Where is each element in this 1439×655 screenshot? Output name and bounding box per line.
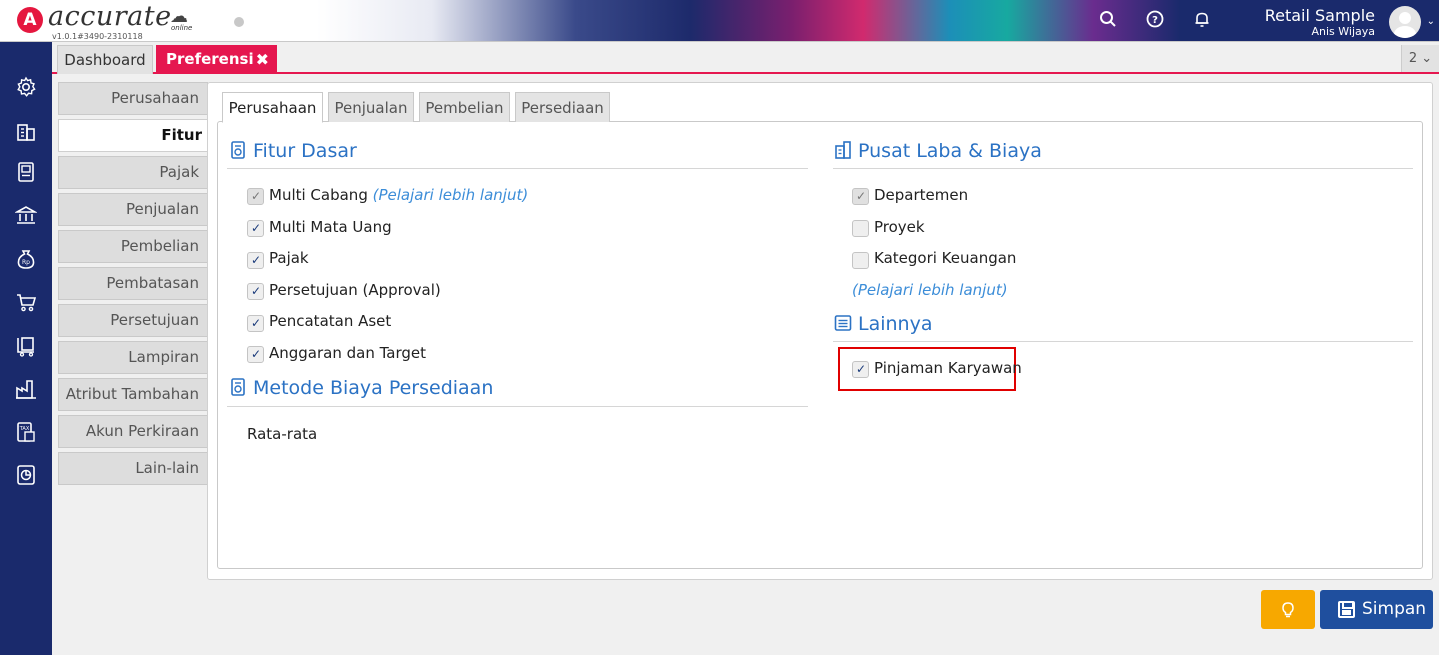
label-kategori-keuangan: Kategori Keuangan xyxy=(874,249,1017,267)
settings-menu-atribut-tambahan[interactable]: Atribut Tambahan xyxy=(58,378,208,411)
app-version: v1.0.1#3490-2310118 xyxy=(52,32,143,41)
section-divider xyxy=(227,168,808,169)
money-bag-icon[interactable]: Rp xyxy=(14,248,38,272)
label-anggaran-target: Anggaran dan Target xyxy=(269,344,427,362)
settings-menu-persetujuan[interactable]: Persetujuan xyxy=(58,304,208,337)
checkbox-persetujuan[interactable]: ✓ xyxy=(247,283,264,300)
save-button[interactable]: Simpan xyxy=(1320,590,1433,629)
section-title-fitur-dasar: Fitur Dasar xyxy=(253,140,357,162)
label-multi-cabang: Multi Cabang (Pelajari lebih lanjut) xyxy=(269,186,529,204)
svg-text:?: ? xyxy=(1152,15,1158,26)
tab-bar: Dashboard Preferensi ✖ 2 ⌄ xyxy=(52,42,1439,74)
label-persetujuan: Persetujuan (Approval) xyxy=(269,281,441,299)
checkbox-kategori-keuangan[interactable] xyxy=(852,252,869,269)
bank-icon[interactable] xyxy=(13,204,39,228)
gear-icon[interactable] xyxy=(14,76,38,100)
checkbox-proyek[interactable] xyxy=(852,220,869,237)
tab-preferences-label: Preferensi xyxy=(166,50,254,68)
section-title-metode-biaya: Metode Biaya Persediaan xyxy=(253,377,494,399)
checkbox-departemen: ✓ xyxy=(852,188,869,205)
tab-preferences[interactable]: Preferensi ✖ xyxy=(156,45,277,74)
settings-menu-akun-perkiraan[interactable]: Akun Perkiraan xyxy=(58,415,208,448)
building-icon[interactable] xyxy=(14,120,38,144)
section-title-pusat-laba: Pusat Laba & Biaya xyxy=(858,140,1042,162)
settings-menu-lampiran[interactable]: Lampiran xyxy=(58,341,208,374)
settings-menu-pembelian[interactable]: Pembelian xyxy=(58,230,208,263)
checkbox-anggaran-target[interactable]: ✓ xyxy=(247,346,264,363)
checkbox-multi-cabang: ✓ xyxy=(247,188,264,205)
section-title-lainnya: Lainnya xyxy=(858,313,933,335)
settings-menu-pajak[interactable]: Pajak xyxy=(58,156,208,189)
section-divider xyxy=(227,406,808,407)
save-icon xyxy=(1338,601,1355,618)
chevron-down-icon[interactable]: ⌄ xyxy=(1427,16,1435,27)
top-header: A accurate ☁ online v1.0.1#3490-2310118 … xyxy=(0,0,1439,42)
bell-icon[interactable] xyxy=(1191,10,1213,32)
inventory-icon[interactable] xyxy=(14,335,38,359)
close-icon[interactable]: ✖ xyxy=(256,45,269,74)
section-divider xyxy=(833,168,1413,169)
brand-sub: online xyxy=(171,24,193,32)
factory-icon[interactable] xyxy=(14,378,38,402)
ledger-icon[interactable] xyxy=(14,161,38,185)
open-tabs-count[interactable]: 2 ⌄ xyxy=(1401,45,1439,72)
label-pinjaman-karyawan: Pinjaman Karyawan xyxy=(874,359,1022,377)
checkbox-multi-mata-uang[interactable]: ✓ xyxy=(247,220,264,237)
list-icon xyxy=(834,313,852,338)
label-proyek: Proyek xyxy=(874,218,925,236)
avatar[interactable] xyxy=(1389,6,1421,38)
help-icon[interactable]: ? xyxy=(1144,10,1166,32)
subtab-penjualan[interactable]: Penjualan xyxy=(328,92,414,122)
user-name[interactable]: Anis Wijaya xyxy=(1311,25,1375,38)
settings-menu-pembatasan[interactable]: Pembatasan xyxy=(58,267,208,300)
brand-name: accurate xyxy=(48,1,172,32)
label-pencatatan-aset: Pencatatan Aset xyxy=(269,312,392,330)
company-name[interactable]: Retail Sample xyxy=(1265,6,1375,25)
building-chart-icon xyxy=(834,140,852,165)
tab-dashboard[interactable]: Dashboard xyxy=(57,45,153,74)
svg-text:Rp: Rp xyxy=(22,259,30,266)
search-icon[interactable] xyxy=(1097,10,1119,32)
subtab-perusahaan[interactable]: Perusahaan xyxy=(222,92,323,123)
save-button-label: Simpan xyxy=(1362,599,1427,619)
tax-icon[interactable]: TAX xyxy=(14,421,38,445)
svg-text:TAX: TAX xyxy=(19,426,30,432)
section-divider xyxy=(833,341,1413,342)
settings-menu-penjualan[interactable]: Penjualan xyxy=(58,193,208,226)
label-multi-mata-uang: Multi Mata Uang xyxy=(269,218,392,236)
subtab-persediaan[interactable]: Persediaan xyxy=(515,92,610,122)
cost-method-value: Rata-rata xyxy=(247,425,318,443)
status-dot xyxy=(234,17,244,27)
accurate-logo: A xyxy=(17,7,43,33)
cart-icon[interactable] xyxy=(14,291,38,315)
learn-more-link[interactable]: (Pelajari lebih lanjut) xyxy=(373,186,529,204)
checkbox-pajak[interactable]: ✓ xyxy=(247,252,264,269)
checkbox-pencatatan-aset[interactable]: ✓ xyxy=(247,315,264,332)
settings-menu-perusahaan[interactable]: Perusahaan xyxy=(58,82,208,115)
report-chart-icon[interactable] xyxy=(14,464,38,488)
subtab-pembelian[interactable]: Pembelian xyxy=(419,92,510,122)
learn-more-link-pusat-laba[interactable]: (Pelajari lebih lanjut) xyxy=(852,281,1008,299)
left-nav: Rp TAX xyxy=(0,42,52,655)
settings-menu-lain-lain[interactable]: Lain-lain xyxy=(58,452,208,485)
label-departemen: Departemen xyxy=(874,186,969,204)
tips-button[interactable] xyxy=(1261,590,1315,629)
label-pajak: Pajak xyxy=(269,249,309,267)
settings-menu-fitur[interactable]: Fitur xyxy=(58,119,210,152)
checkbox-pinjaman-karyawan[interactable]: ✓ xyxy=(852,361,869,378)
cost-method-icon xyxy=(229,377,247,402)
feature-list-icon xyxy=(229,140,247,165)
